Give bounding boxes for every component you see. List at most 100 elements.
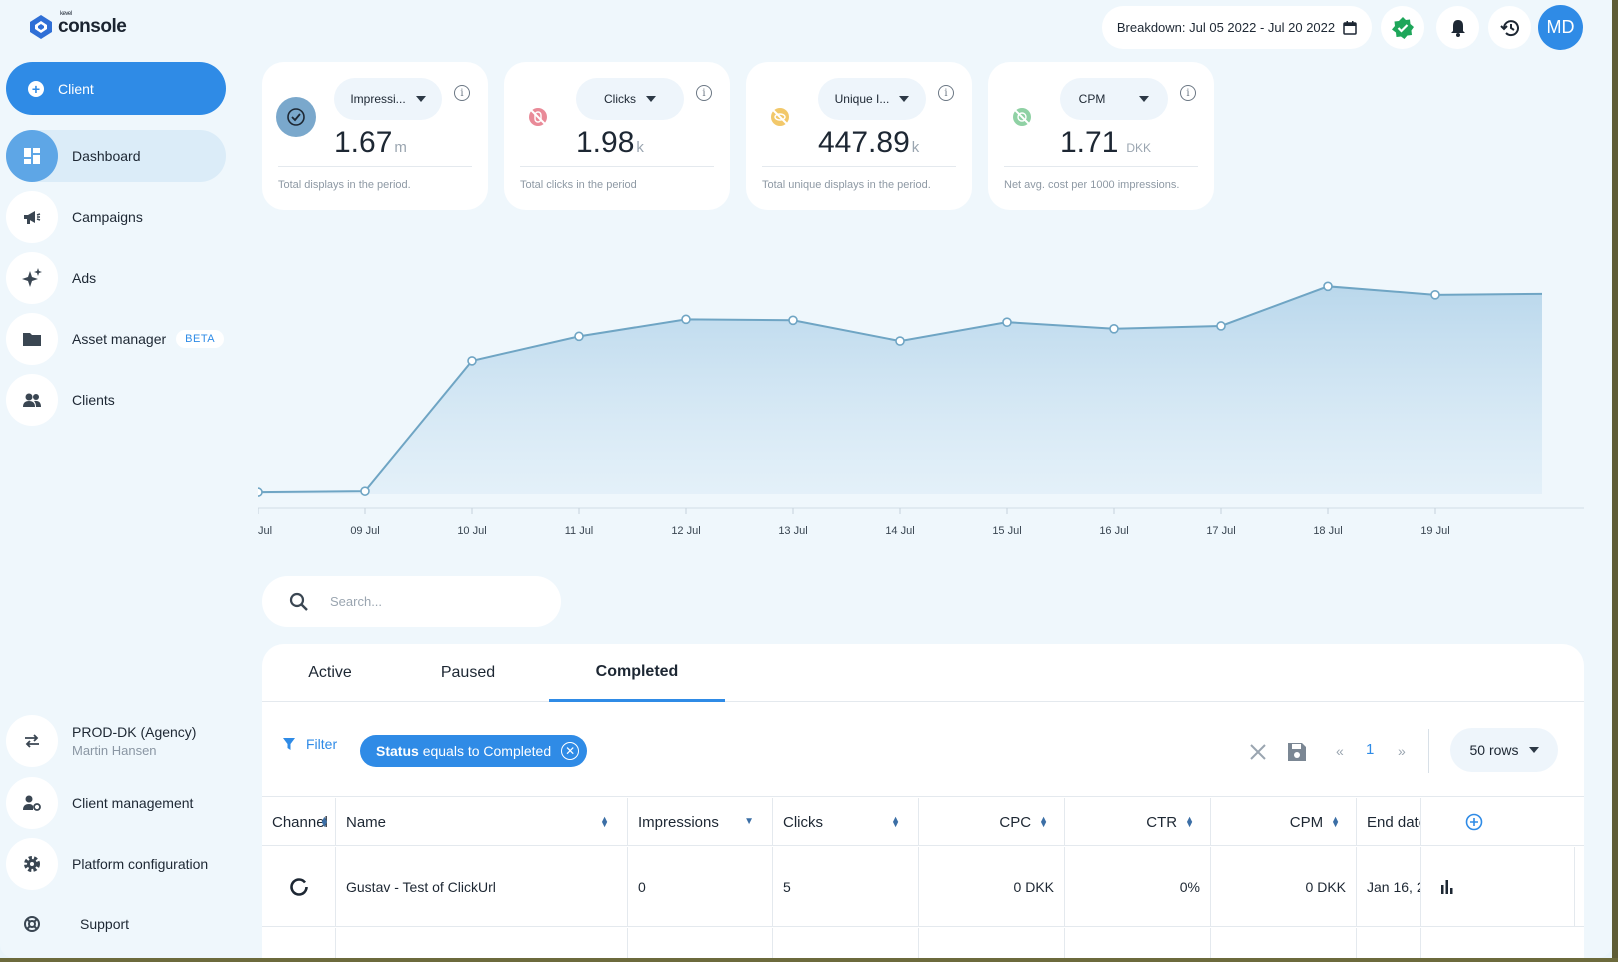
metric-select[interactable]: Impressi... (334, 78, 442, 120)
column-ctr[interactable]: CTR ▲ ▼ (1065, 798, 1211, 846)
metric-value-number: 447.89 (818, 126, 910, 159)
rows-per-page-select[interactable]: 50 rows (1450, 728, 1558, 772)
sidebar-item-dashboard[interactable]: Dashboard (6, 130, 226, 182)
column-label: CPC (999, 813, 1032, 831)
sidebar-item-label: Clients (72, 392, 115, 408)
x-tick-label: 10 Jul (457, 525, 486, 537)
chart-point[interactable] (1430, 290, 1440, 300)
chart-point[interactable] (574, 331, 584, 342)
notifications-button[interactable] (1436, 6, 1479, 49)
history-button[interactable] (1488, 6, 1531, 49)
chart-point[interactable] (1323, 281, 1333, 292)
sidebar-item-clients[interactable]: Clients (6, 374, 226, 426)
date-range-picker[interactable]: Breakdown: Jul 05 2022 - Jul 20 2022 (1102, 6, 1372, 49)
save-icon[interactable] (1286, 741, 1308, 763)
column-end-date[interactable]: End date (1357, 798, 1421, 846)
sidebar-item-asset-manager[interactable]: Asset manager BETA (6, 313, 226, 365)
column-label: End date (1367, 813, 1420, 831)
status-filter-chip[interactable]: Status equals to Completed ✕ (360, 735, 588, 767)
chart-point[interactable] (895, 336, 905, 346)
search-input[interactable] (330, 594, 530, 609)
prev-page-button[interactable]: « (1336, 743, 1344, 759)
filter-chip-condition: equals to Completed (422, 743, 552, 759)
impressions-cell (628, 928, 773, 958)
metric-card-impressions: Impressi... i 1.67 m Total displays in th… (262, 62, 488, 210)
account-info: PROD-DK (Agency) Martin Hansen (72, 724, 196, 758)
chevron-down-icon (1528, 747, 1539, 753)
channel-cell (262, 847, 336, 927)
column-cpm[interactable]: CPM ▲ ▼ (1211, 798, 1357, 846)
column-impressions[interactable]: Impressions ▼ (628, 798, 773, 846)
metric-select[interactable]: CPM (1060, 78, 1168, 120)
sidebar-item-campaigns[interactable]: Campaigns (6, 191, 226, 243)
column-cpc[interactable]: CPC ▲ ▼ (919, 798, 1065, 846)
add-column-button[interactable] (1421, 798, 1584, 846)
row-actions-cell (1421, 847, 1575, 927)
window-edge (1612, 0, 1618, 962)
sidebar-item-platform-configuration[interactable]: Platform configuration (6, 838, 226, 890)
avatar[interactable]: MD (1538, 5, 1583, 50)
tab-active[interactable]: Active (262, 644, 398, 702)
sidebar-item-ads[interactable]: Ads (6, 252, 226, 304)
close-icon[interactable]: ✕ (561, 742, 580, 760)
sidebar-item-label: Campaigns (72, 209, 143, 225)
tab-paused[interactable]: Paused (398, 644, 538, 702)
sidebar-item-label: Dashboard (72, 148, 141, 164)
sidebar-item-client-management[interactable]: Client management (6, 777, 226, 829)
sidebar-item-label: Asset manager (72, 331, 167, 347)
info-icon[interactable]: i (938, 85, 954, 101)
chart-area-fill (258, 286, 1542, 494)
logo-brand: kevel (60, 11, 72, 17)
column-channel[interactable]: Channel ▲ ▼ (262, 798, 336, 846)
app-window: kevel console + Client Dashboard Campaig… (0, 0, 1612, 958)
eye-off-icon (760, 97, 800, 137)
chart-point[interactable] (788, 315, 798, 326)
chart-point[interactable] (258, 487, 263, 497)
current-page[interactable]: 1 (1366, 741, 1374, 758)
logo-icon (30, 15, 52, 39)
chart-point[interactable] (681, 314, 691, 325)
metric-unit: DKK (1126, 141, 1152, 155)
column-clicks[interactable]: Clicks ▲ ▼ (773, 798, 919, 846)
chart-point[interactable] (360, 486, 370, 496)
metric-select-label: Unique I... (834, 92, 890, 106)
desktop-strip (0, 958, 1618, 962)
bar-chart-icon[interactable] (1439, 879, 1455, 895)
sort-icon: ▲ ▼ (1331, 813, 1340, 829)
account-switcher[interactable]: PROD-DK (Agency) Martin Hansen (6, 715, 226, 767)
cpm-cell: 0 DKK (1211, 847, 1357, 927)
next-page-button[interactable]: » (1398, 743, 1406, 759)
chart-point[interactable] (467, 356, 477, 366)
chart-point[interactable] (1109, 324, 1119, 334)
metric-description: Total displays in the period. (278, 179, 411, 191)
column-label: Clicks (783, 813, 823, 831)
metric-select[interactable]: Unique I... (818, 78, 926, 120)
clear-filters-icon[interactable] (1248, 742, 1268, 762)
table-row[interactable] (262, 928, 1584, 958)
metric-value: 1.71 DKK (1060, 126, 1151, 160)
divider (762, 166, 956, 167)
chevron-down-icon (899, 96, 910, 102)
add-client-button[interactable]: + Client (6, 62, 226, 115)
metric-value: 447.89 k (818, 126, 919, 160)
table-row[interactable]: Gustav - Test of ClickUrl 0 5 0 DKK 0% 0… (262, 847, 1584, 927)
info-icon[interactable]: i (696, 85, 712, 101)
metric-select[interactable]: Clicks (576, 78, 684, 120)
filter-button[interactable]: Filter (282, 736, 337, 752)
chevron-down-icon (415, 96, 426, 102)
sidebar-item-support[interactable]: Support (6, 899, 226, 949)
check-circle-icon (276, 97, 316, 137)
info-icon[interactable]: i (454, 85, 470, 101)
column-name[interactable]: Name ▲ ▼ (336, 798, 628, 846)
sidebar-item-label: Support (80, 916, 130, 932)
impressions-area-chart: Jul 09 Jul 10 Jul 11 Jul 12 Jul 13 Jul 14 Jul 1… (258, 281, 1584, 537)
chart-point[interactable] (1216, 321, 1226, 331)
filter-toolbar: Filter Status equals to Completed ✕ « 1 … (262, 703, 1584, 797)
clicks-cell: 5 (773, 847, 919, 927)
tab-completed[interactable]: Completed (549, 644, 725, 702)
chart-point[interactable] (1002, 317, 1012, 327)
verified-status-button[interactable] (1381, 6, 1424, 49)
logo-text: kevel console (58, 11, 127, 38)
info-icon[interactable]: i (1180, 85, 1196, 101)
name-cell[interactable]: Gustav - Test of ClickUrl (336, 847, 628, 927)
